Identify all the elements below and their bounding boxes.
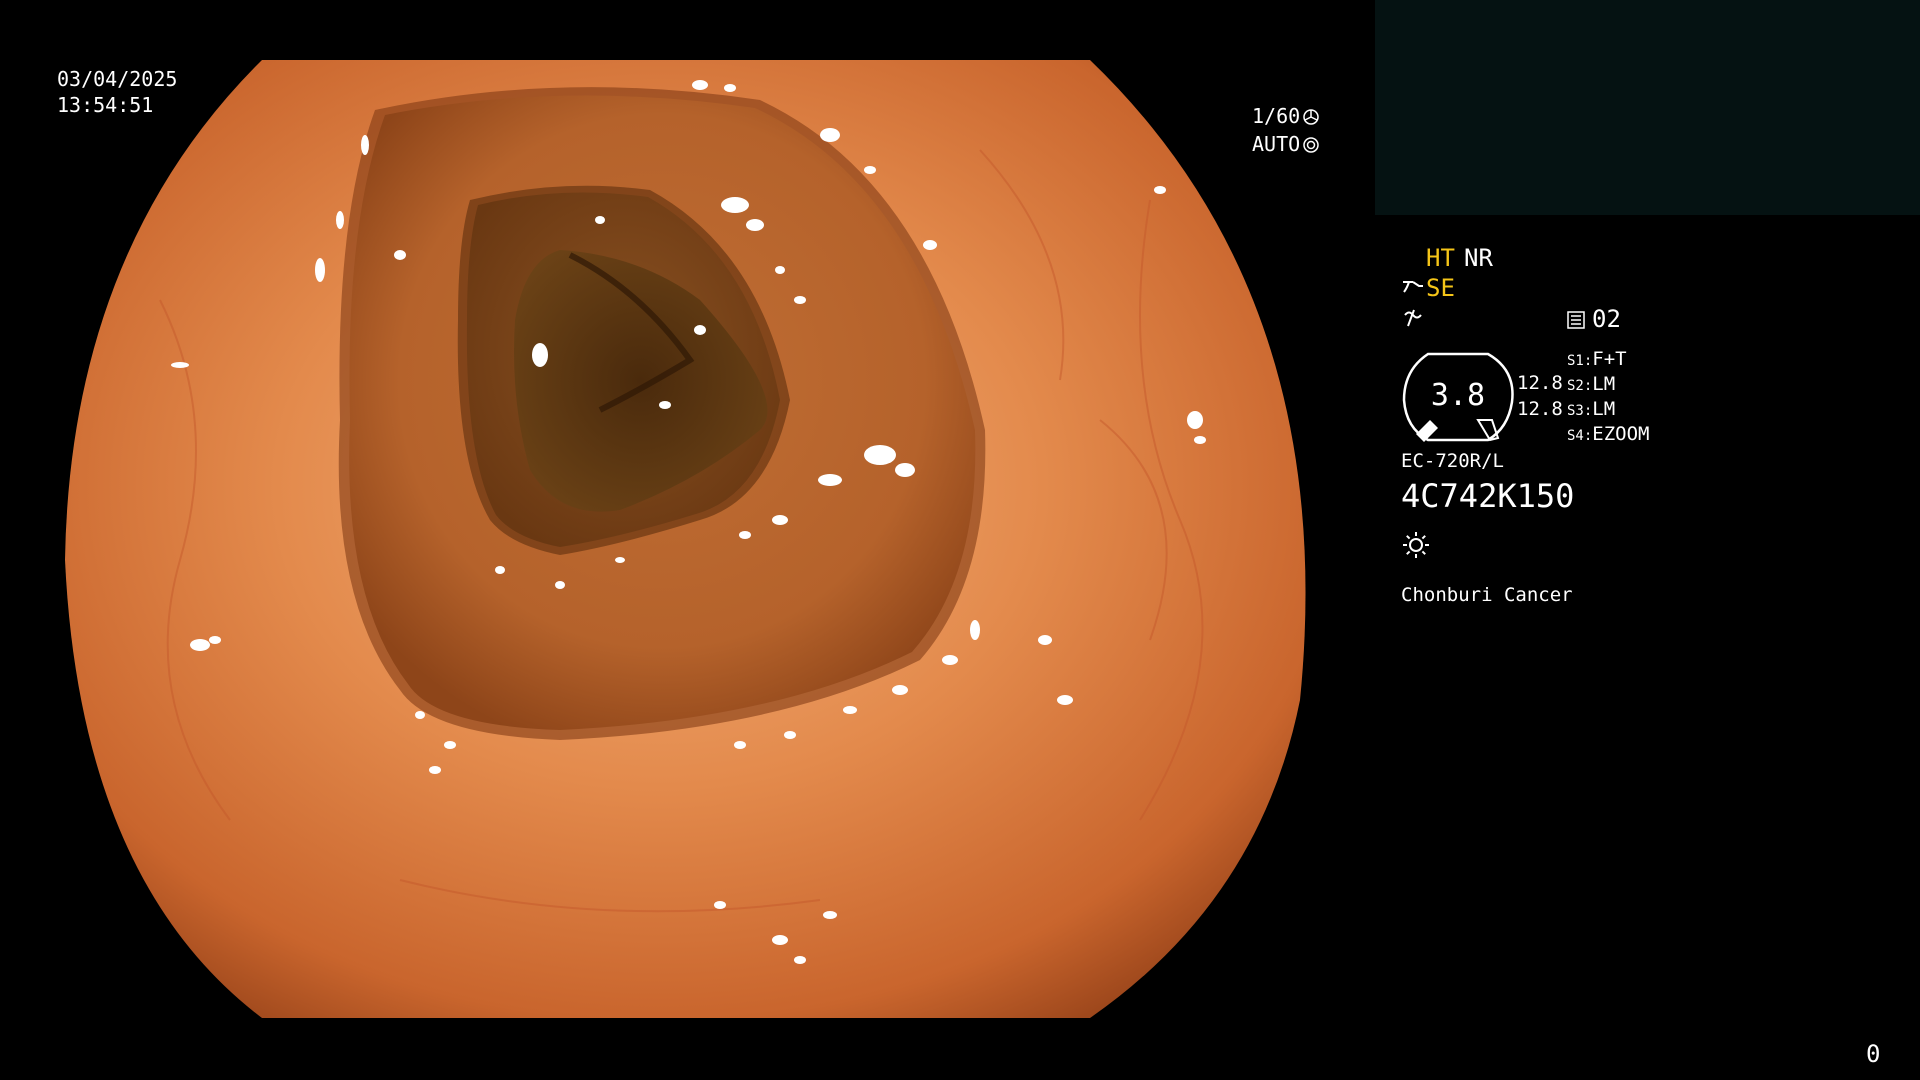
switch-s2: S2:LM	[1567, 375, 1615, 394]
shutter-text: 1/60	[1252, 104, 1301, 128]
preset-icon	[1567, 311, 1585, 329]
mode-se: SE	[1426, 274, 1455, 302]
iris-text: AUTO	[1252, 132, 1301, 156]
scope-angle-icon	[1403, 281, 1423, 293]
frame-counter: 0	[1866, 1040, 1881, 1068]
structure-enhance-icon	[1404, 309, 1422, 327]
date-text: 03/04/2025	[57, 67, 178, 91]
iris-row: AUTO	[1252, 130, 1319, 158]
switch-value: EZOOM	[1592, 423, 1650, 445]
thumbnail-area	[1375, 0, 1920, 215]
zoom-value: 3.8	[1430, 378, 1486, 413]
mode-nr: NR	[1464, 244, 1493, 272]
shutter-icon	[1303, 109, 1319, 125]
switch-s3: S3:LM	[1567, 400, 1615, 419]
switch-s4: S4:EZOOM	[1567, 425, 1650, 444]
iris-icon	[1303, 137, 1319, 153]
switch-key: S3:	[1567, 403, 1593, 419]
mode-ht: HT	[1426, 244, 1455, 272]
time-text: 13:54:51	[57, 93, 154, 117]
switch-s1: S1:F+T	[1567, 350, 1627, 369]
endoscopic-view	[65, 60, 1306, 1018]
scope-serial: 4C742K150	[1401, 477, 1575, 515]
switch-key: S1:	[1567, 353, 1593, 369]
scope-model: EC-720R/L	[1401, 450, 1504, 472]
exposure-readout: 1/60 AUTO	[1252, 102, 1319, 158]
zoom-line-2: 12.8	[1517, 398, 1563, 420]
hospital-name: Chonburi Cancer	[1401, 584, 1573, 606]
light-icon	[1403, 532, 1429, 558]
switch-value: LM	[1592, 398, 1616, 420]
switch-value: F+T	[1592, 348, 1627, 370]
shutter-row: 1/60	[1252, 102, 1319, 130]
zoom-line-1: 12.8	[1517, 372, 1563, 394]
datetime-readout: 03/04/2025 13:54:51	[57, 66, 177, 118]
switch-key: S4:	[1567, 428, 1593, 444]
preset-value: 02	[1592, 305, 1621, 333]
switch-value: LM	[1592, 373, 1616, 395]
switch-key: S2:	[1567, 378, 1593, 394]
